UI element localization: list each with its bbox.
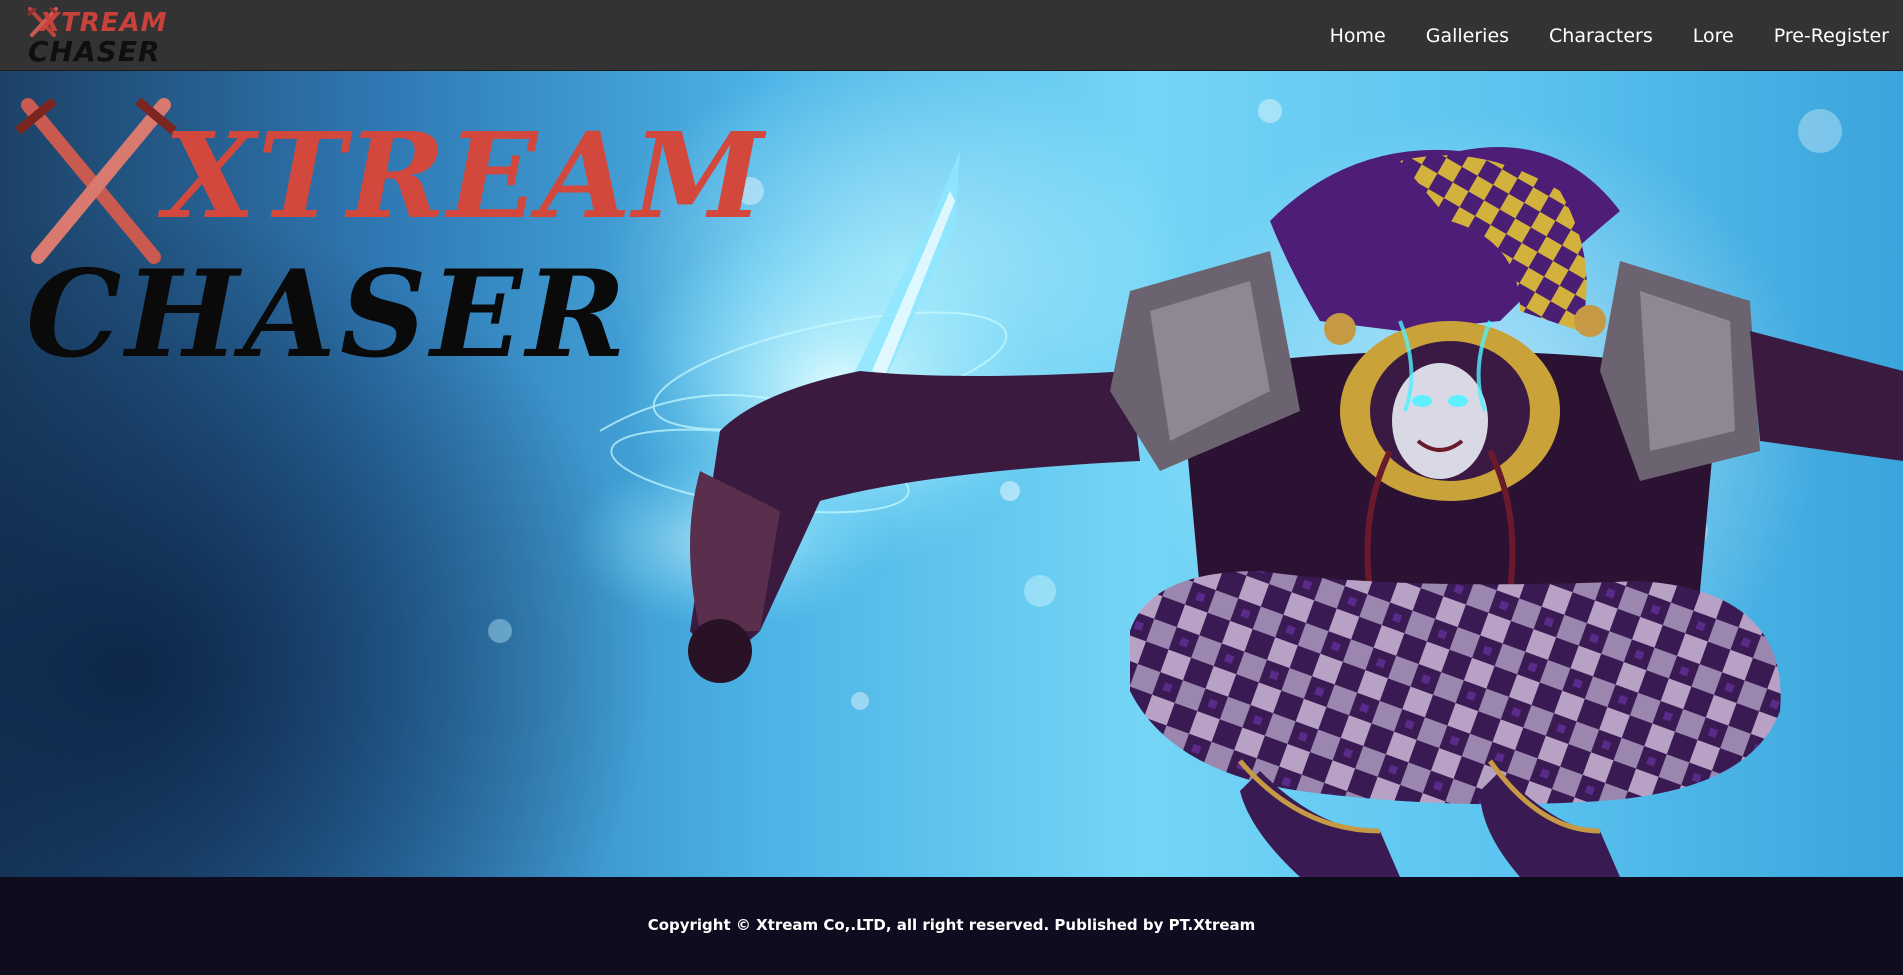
nav-lore[interactable]: Lore <box>1673 25 1754 47</box>
brand-logo[interactable]: XTREAM CHASER <box>26 4 167 68</box>
nav-galleries[interactable]: Galleries <box>1406 25 1529 47</box>
crossed-swords-icon <box>15 97 177 264</box>
hero-logo-xtream: XTREAM <box>164 106 766 245</box>
nav-home[interactable]: Home <box>1310 25 1406 47</box>
hero-game-logo: XTREAM CHASER <box>14 97 764 417</box>
copyright-text: Copyright © Xtream Co,.LTD, all right re… <box>647 916 1256 934</box>
hero-banner: XTREAM CHASER <box>0 71 1903 877</box>
main-nav: Home Galleries Characters Lore Pre-Regis… <box>1310 0 1903 71</box>
top-navbar: XTREAM CHASER Home Galleries Characters … <box>0 0 1903 71</box>
hero-logo-chaser: CHASER <box>26 244 630 385</box>
brand-line-xtream: XTREAM <box>40 8 168 38</box>
brand-line-chaser: CHASER <box>28 35 161 68</box>
nav-characters[interactable]: Characters <box>1529 25 1673 47</box>
nav-pre-register[interactable]: Pre-Register <box>1754 25 1903 47</box>
site-footer: Copyright © Xtream Co,.LTD, all right re… <box>0 877 1903 975</box>
